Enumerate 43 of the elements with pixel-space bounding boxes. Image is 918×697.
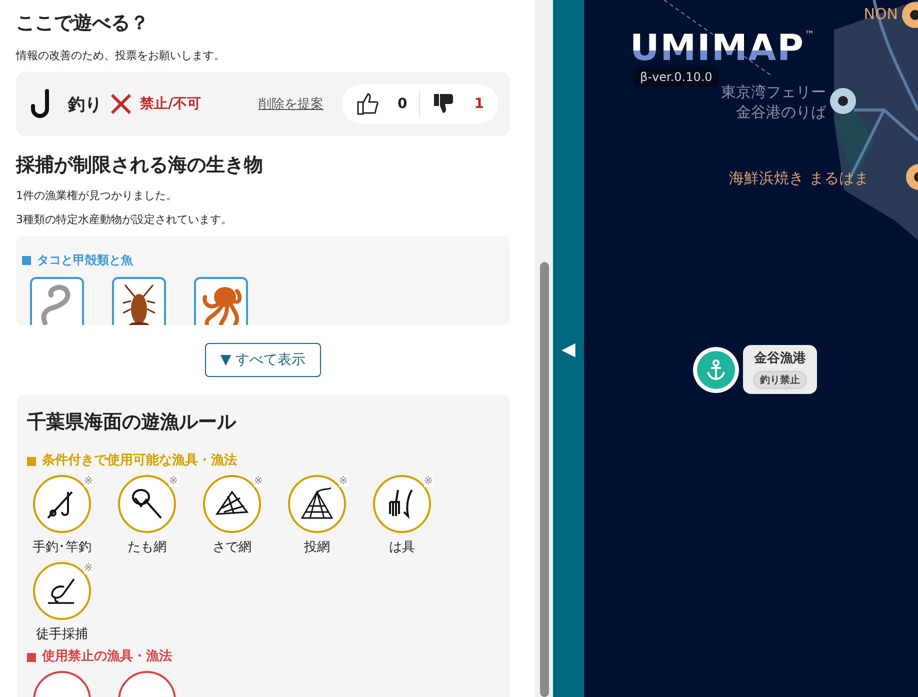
place-label[interactable]: NON: [864, 4, 898, 24]
note-mark: ※: [424, 475, 433, 487]
rules-title: 千葉県海面の遊漁ルール: [27, 410, 238, 435]
downvote-button[interactable]: 1: [432, 92, 484, 116]
info-text: 3種類の特定水産動物が設定されています。: [16, 212, 233, 227]
gear-name: は具: [389, 539, 415, 556]
collapse-button[interactable]: ◀: [562, 338, 576, 360]
place-label[interactable]: 海鮮浜焼き まるはま: [729, 168, 869, 188]
gear-name: たも網: [128, 539, 166, 556]
gear-badge[interactable]: ※: [203, 475, 261, 533]
note-mark: ※: [84, 475, 93, 487]
category-label: 条件付きで使用可能な漁具・漁法: [42, 452, 237, 469]
gear-badge[interactable]: ※: [288, 475, 346, 533]
info-text: 1件の漁業権が見つかりました。: [16, 188, 178, 203]
port-name: 金谷漁港: [754, 350, 806, 367]
gear-name: さで網: [212, 539, 252, 556]
upvote-button[interactable]: 0: [356, 92, 408, 116]
vote-request-text: 情報の改善のため、投票をお願いします。: [16, 48, 226, 63]
gear-badge[interactable]: ※: [118, 475, 176, 533]
activity-status: 禁止/不可: [140, 95, 202, 113]
suggest-removal-link[interactable]: 削除を提案: [258, 95, 324, 113]
port-card[interactable]: 金谷漁港 釣り禁止: [743, 345, 817, 394]
section-title: ここで遊べる？: [16, 11, 150, 36]
gear-name: 徒手採捕: [36, 626, 88, 643]
group-label: タコと甲殻類と魚: [37, 252, 133, 269]
note-mark: ※: [168, 475, 178, 487]
show-all-button[interactable]: ▼ すべて表示: [205, 343, 321, 377]
category-label: 使用禁止の漁具・漁法: [42, 648, 172, 665]
version-label: β-ver.0.10.0: [633, 67, 720, 87]
activity-name: 釣り: [68, 94, 102, 116]
note-mark: ※: [254, 475, 263, 487]
gear-badge[interactable]: ※: [33, 562, 91, 620]
section-title: 採捕が制限される海の生き物: [16, 153, 264, 178]
port-tag: 釣り禁止: [753, 371, 807, 389]
map-view[interactable]: UMIMAP™ β-ver.0.10.0 NON 東京湾フェリー 金谷港のりば 海鮮浜焼き まるはま 金谷漁港 釣り禁止: [584, 0, 918, 697]
place-label[interactable]: 東京湾フェリー 金谷港のりば: [721, 82, 826, 122]
trademark-sign: ™: [804, 30, 815, 41]
note-mark: ※: [338, 475, 348, 487]
gear-name: 投網: [304, 539, 330, 556]
note-mark: ※: [84, 562, 93, 574]
gear-badge[interactable]: ※: [33, 475, 91, 533]
gear-name: 手釣･竿釣: [32, 539, 92, 556]
gear-badge[interactable]: ※: [373, 475, 431, 533]
